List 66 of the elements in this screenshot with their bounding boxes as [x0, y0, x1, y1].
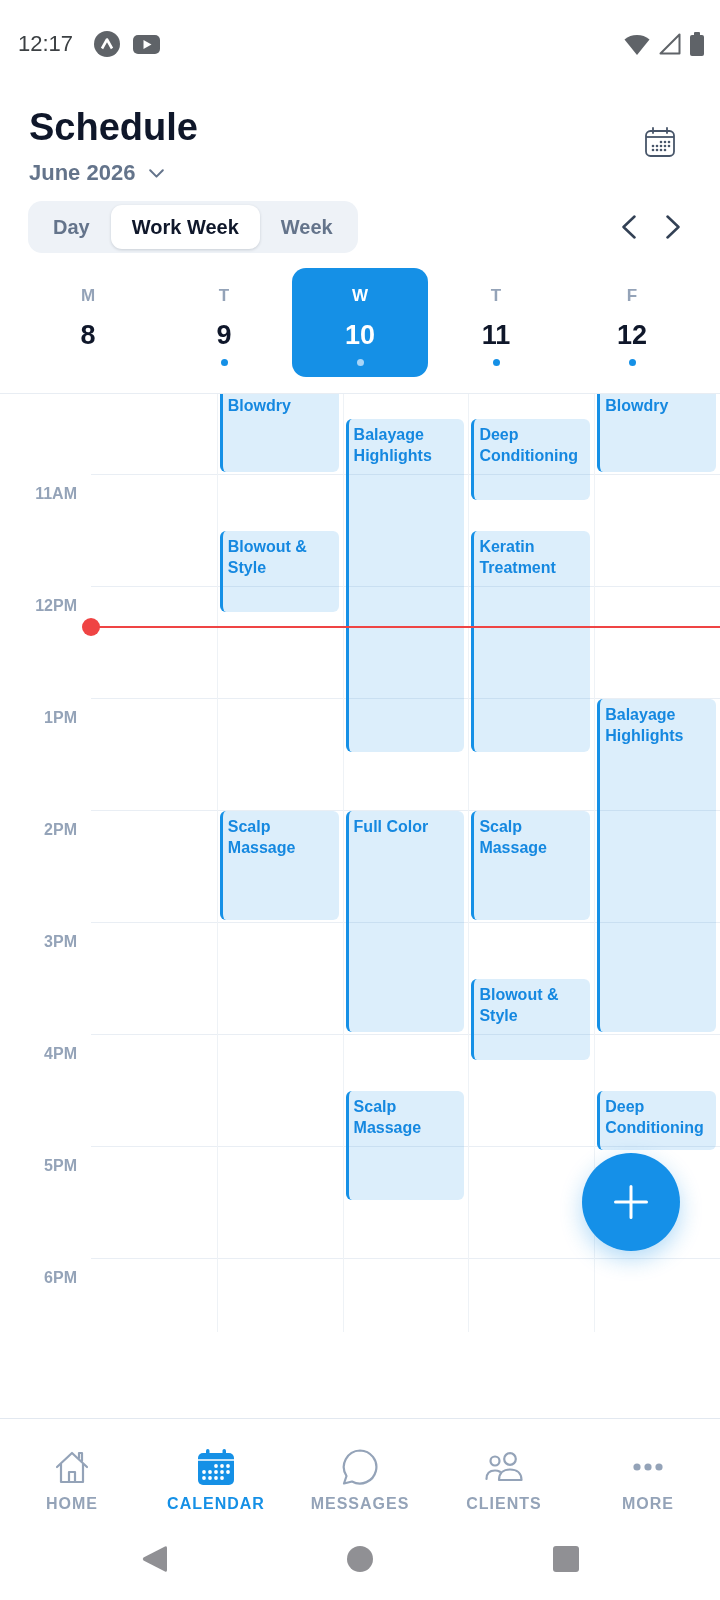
appointment-card[interactable]: Balayage Highlights	[345, 418, 465, 752]
chat-bubble-icon	[342, 1449, 378, 1485]
time-label: 3PM	[44, 931, 77, 952]
appointment-card[interactable]: Full Color	[345, 810, 465, 1032]
date-number: 9	[216, 319, 232, 351]
weekday-label: T	[490, 285, 502, 307]
signal-icon	[659, 33, 681, 55]
calendar-icon	[645, 127, 675, 157]
date-number: 10	[344, 319, 375, 351]
weekday-label: M	[80, 285, 96, 307]
wifi-icon	[624, 33, 650, 55]
view-tab[interactable]: Day	[32, 205, 111, 249]
day-selector[interactable]: T 11	[428, 268, 564, 377]
date-number: 12	[616, 319, 647, 351]
nav-tab[interactable]: MORE	[576, 1419, 720, 1514]
chevron-right-icon	[666, 215, 680, 239]
time-label: 2PM	[44, 819, 77, 840]
month-selector[interactable]: June 2026	[29, 159, 165, 187]
date-number: 11	[481, 319, 511, 351]
house-icon	[55, 1450, 89, 1484]
battery-icon	[690, 32, 704, 56]
date-number: 8	[80, 319, 96, 351]
appointment-card[interactable]: Keratin Treatment	[471, 530, 591, 752]
time-label: 4PM	[44, 1043, 77, 1064]
video-play-icon	[133, 34, 161, 54]
nav-tab[interactable]: HOME	[0, 1419, 144, 1514]
time-label: 6PM	[44, 1267, 77, 1288]
home-circle-icon[interactable]	[347, 1546, 373, 1572]
time-label: 1PM	[44, 707, 77, 728]
nav-tab[interactable]: CLIENTS	[432, 1419, 576, 1514]
appointment-card[interactable]: Deep Conditioning	[597, 1090, 716, 1150]
day-selector[interactable]: M 8	[20, 268, 156, 377]
time-label: 11AM	[35, 483, 77, 504]
current-time-dot-icon	[82, 618, 100, 637]
day-selector[interactable]: T 9	[156, 268, 292, 377]
appointment-card[interactable]: Blowout & Style	[471, 978, 591, 1060]
calendar-icon	[198, 1449, 234, 1485]
appointment-card[interactable]: Deep Conditioning	[471, 418, 591, 500]
day-selector[interactable]: W 10	[292, 268, 428, 377]
time-label: 12PM	[35, 595, 77, 616]
view-tab[interactable]: Work Week	[110, 205, 260, 249]
more-icon	[633, 1463, 663, 1471]
appointment-card[interactable]: Blowdry	[597, 394, 716, 472]
appointment-card[interactable]: Blowdry	[219, 394, 339, 472]
nav-tab[interactable]: CALENDAR	[144, 1419, 288, 1514]
add-button[interactable]	[582, 1153, 680, 1251]
plus-icon	[614, 1185, 648, 1219]
chevron-left-icon	[622, 215, 636, 239]
view-tab[interactable]: Week	[259, 205, 354, 249]
weekday-label: T	[218, 285, 230, 307]
appointment-card[interactable]: Scalp Massage	[219, 810, 339, 920]
chevron-circle-icon	[94, 31, 121, 57]
weekday-label: F	[626, 285, 638, 307]
nav-tab[interactable]: MESSAGES	[288, 1419, 432, 1514]
appointment-card[interactable]: Scalp Massage	[471, 810, 591, 920]
day-selector[interactable]: F 12	[564, 268, 700, 377]
page-title: Schedule	[29, 105, 198, 150]
time-label: 5PM	[44, 1155, 77, 1176]
appointment-card[interactable]: Blowout & Style	[219, 530, 339, 612]
back-icon[interactable]	[141, 1545, 167, 1573]
people-icon	[485, 1452, 523, 1482]
caret-icon	[149, 168, 165, 178]
weekday-label: W	[351, 285, 368, 307]
appointment-card[interactable]: Balayage Highlights	[597, 698, 716, 1032]
status-time: 12:17	[18, 30, 74, 58]
appointment-card[interactable]: Scalp Massage	[345, 1090, 465, 1200]
